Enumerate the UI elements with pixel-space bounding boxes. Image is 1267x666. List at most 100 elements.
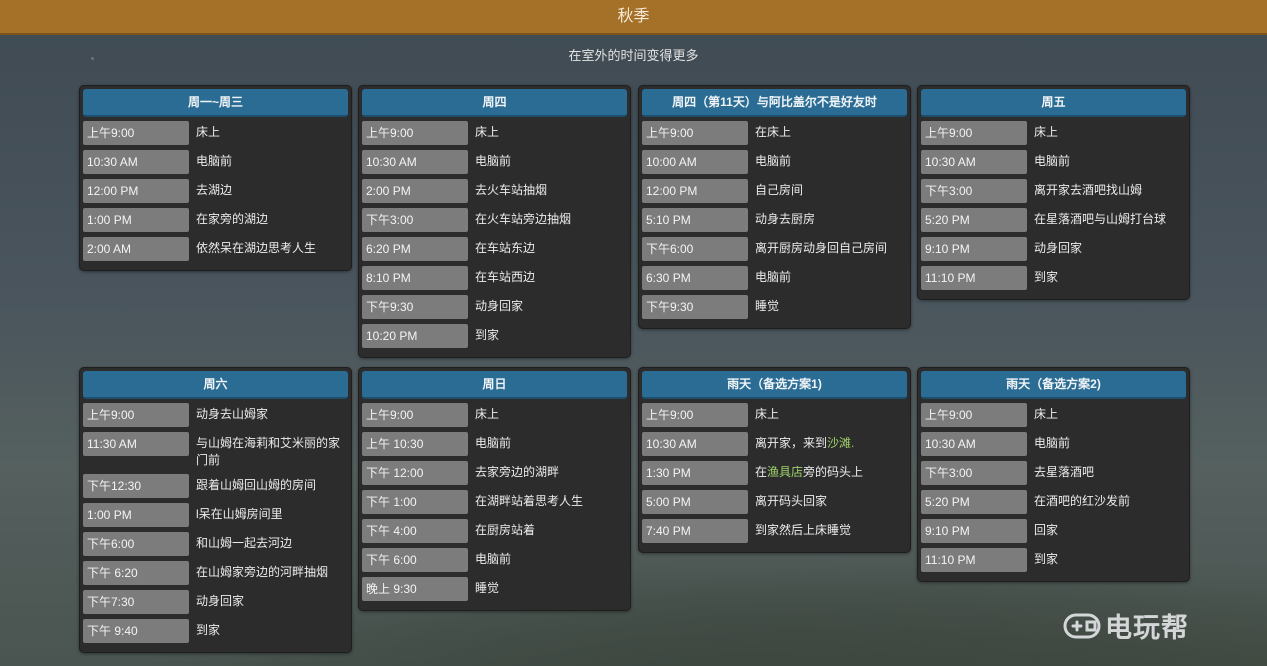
schedule-row: 10:30 AM 离开家，来到沙滩. — [642, 432, 907, 456]
fish-shop-link[interactable]: 渔具店 — [767, 465, 803, 479]
schedule-row: 9:10 PM 回家 — [921, 519, 1186, 543]
time-cell: 6:30 PM — [642, 266, 748, 290]
activity-cell: 在星落酒吧与山姆打台球 — [1034, 212, 1167, 226]
activity-cell: 离开厨房动身回自己房间 — [755, 241, 888, 255]
activity-cell: 回家 — [1034, 523, 1059, 537]
card-title: 周五 — [921, 89, 1186, 117]
time-cell: 下午3:00 — [921, 179, 1027, 203]
schedule-row: 下午12:30 跟着山姆回山姆的房间 — [83, 474, 348, 498]
time-cell: 上午9:00 — [362, 121, 468, 145]
schedule-row: 上午9:00 床上 — [642, 403, 907, 427]
schedule-card-mon-wed: 周一~周三 上午9:00 床上 10:30 AM 电脑前 12:00 PM 去湖边 1… — [79, 85, 352, 271]
time-cell: 10:30 AM — [362, 150, 468, 174]
time-cell: 5:00 PM — [642, 490, 748, 514]
activity-text: 在 — [755, 465, 768, 479]
time-cell: 1:00 PM — [83, 208, 189, 232]
schedule-row: 下午 12:00 去家旁边的湖畔 — [362, 461, 627, 485]
time-cell: 下午12:30 — [83, 474, 189, 498]
schedule-row: 下午6:00 和山姆一起去河边 — [83, 532, 348, 556]
schedule-row: 下午3:00 在火车站旁边抽烟 — [362, 208, 627, 232]
time-cell: 下午 6:00 — [362, 548, 468, 572]
schedule-row: 下午3:00 离开家去酒吧找山姆 — [921, 179, 1186, 203]
schedule-row: 2:00 PM 去火车站抽烟 — [362, 179, 627, 203]
time-cell: 2:00 PM — [362, 179, 468, 203]
time-cell: 6:20 PM — [362, 237, 468, 261]
schedule-card-saturday: 周六 上午9:00 动身去山姆家 11:30 AM 与山姆在海莉和艾米丽的家门前 下… — [79, 367, 352, 653]
time-cell: 7:40 PM — [642, 519, 748, 543]
activity-cell: 在山姆家旁边的河畔抽烟 — [196, 565, 329, 579]
time-cell: 10:00 AM — [642, 150, 748, 174]
activity-cell: 电脑前 — [755, 154, 792, 168]
card-title: 雨天（备选方案1) — [642, 371, 907, 399]
activity-cell: 到家 — [1034, 270, 1059, 284]
activity-text: 离开家，来到 — [755, 436, 828, 450]
time-cell: 1:00 PM — [83, 503, 189, 527]
schedule-row: 下午 4:00 在厨房站着 — [362, 519, 627, 543]
time-cell: 下午9:30 — [362, 295, 468, 319]
time-cell: 上午9:00 — [921, 121, 1027, 145]
activity-cell: 动身回家 — [196, 594, 245, 608]
schedule-row: 下午 6:20 在山姆家旁边的河畔抽烟 — [83, 561, 348, 585]
time-cell: 10:30 AM — [921, 432, 1027, 456]
activity-cell: 与山姆在海莉和艾米丽的家门前 — [196, 436, 341, 467]
season-title: 秋季 — [617, 8, 650, 25]
gamepad-logo-icon — [1063, 613, 1101, 638]
time-cell: 下午 6:20 — [83, 561, 189, 585]
time-cell: 上午 10:30 — [362, 432, 468, 456]
season-title-bar: 秋季 — [0, 0, 1267, 35]
schedule-row: 10:30 AM 电脑前 — [362, 150, 627, 174]
schedule-row: 5:20 PM 在酒吧的红沙发前 — [921, 490, 1186, 514]
activity-cell: 床上 — [196, 125, 221, 139]
schedule-row: 上午9:00 动身去山姆家 — [83, 403, 348, 427]
activity-cell: l呆在山姆房间里 — [196, 507, 283, 521]
activity-cell: 去火车站抽烟 — [475, 183, 548, 197]
activity-cell: 在火车站旁边抽烟 — [475, 212, 572, 226]
card-title: 周四（第11天）与阿比盖尔不是好友时 — [642, 89, 907, 117]
time-cell: 晚上 9:30 — [362, 577, 468, 601]
schedule-row: 下午6:00 离开厨房动身回自己房间 — [642, 237, 907, 261]
schedule-row: 10:20 PM 到家 — [362, 324, 627, 348]
schedule-row: 上午9:00 床上 — [921, 403, 1186, 427]
schedule-row: 晚上 9:30 睡觉 — [362, 577, 627, 601]
activity-cell: 电脑前 — [1034, 154, 1071, 168]
time-cell: 1:30 PM — [642, 461, 748, 485]
schedule-row: 10:00 AM 电脑前 — [642, 150, 907, 174]
time-cell: 上午9:00 — [83, 403, 189, 427]
activity-cell: 电脑前 — [475, 436, 512, 450]
schedule-row: 上午9:00 床上 — [362, 403, 627, 427]
time-cell: 12:00 PM — [83, 179, 189, 203]
schedule-row: 下午 6:00 电脑前 — [362, 548, 627, 572]
activity-cell: 电脑前 — [475, 552, 512, 566]
time-cell: 8:10 PM — [362, 266, 468, 290]
activity-cell: 在厨房站着 — [475, 523, 536, 537]
activity-cell: 床上 — [1034, 125, 1059, 139]
time-cell: 10:30 AM — [642, 432, 748, 456]
card-title: 周四 — [362, 89, 627, 117]
time-cell: 上午9:00 — [642, 403, 748, 427]
activity-cell: 睡觉 — [755, 299, 780, 313]
schedule-row: 上午 10:30 电脑前 — [362, 432, 627, 456]
activity-cell: 动身回家 — [1034, 241, 1083, 255]
activity-cell: 在酒吧的红沙发前 — [1034, 494, 1131, 508]
schedule-row: 2:00 AM 依然呆在湖边思考人生 — [83, 237, 348, 261]
time-cell: 下午 9:40 — [83, 619, 189, 643]
schedule-row: 11:30 AM 与山姆在海莉和艾米丽的家门前 — [83, 432, 348, 469]
activity-cell: 在床上 — [755, 125, 792, 139]
time-cell: 下午6:00 — [83, 532, 189, 556]
time-cell: 11:10 PM — [921, 266, 1027, 290]
schedule-card-thursday-day11: 周四（第11天）与阿比盖尔不是好友时 上午9:00 在床上 10:00 AM 电脑前… — [638, 85, 911, 329]
activity-cell: 离开码头回家 — [755, 494, 828, 508]
activity-cell: 动身去厨房 — [755, 212, 816, 226]
activity-cell: 依然呆在湖边思考人生 — [196, 241, 317, 255]
activity-cell: 床上 — [475, 125, 500, 139]
beach-link[interactable]: 沙滩. — [827, 436, 854, 450]
schedule-row: 1:00 PM 在家旁的湖边 — [83, 208, 348, 232]
schedule-row: 5:20 PM 在星落酒吧与山姆打台球 — [921, 208, 1186, 232]
card-title: 周日 — [362, 371, 627, 399]
activity-cell: 离开家去酒吧找山姆 — [1034, 183, 1143, 197]
time-cell: 下午7:30 — [83, 590, 189, 614]
schedule-row: 12:00 PM 自己房间 — [642, 179, 907, 203]
time-cell: 9:10 PM — [921, 237, 1027, 261]
schedule-row: 6:20 PM 在车站东边 — [362, 237, 627, 261]
card-title: 雨天（备选方案2) — [921, 371, 1186, 399]
